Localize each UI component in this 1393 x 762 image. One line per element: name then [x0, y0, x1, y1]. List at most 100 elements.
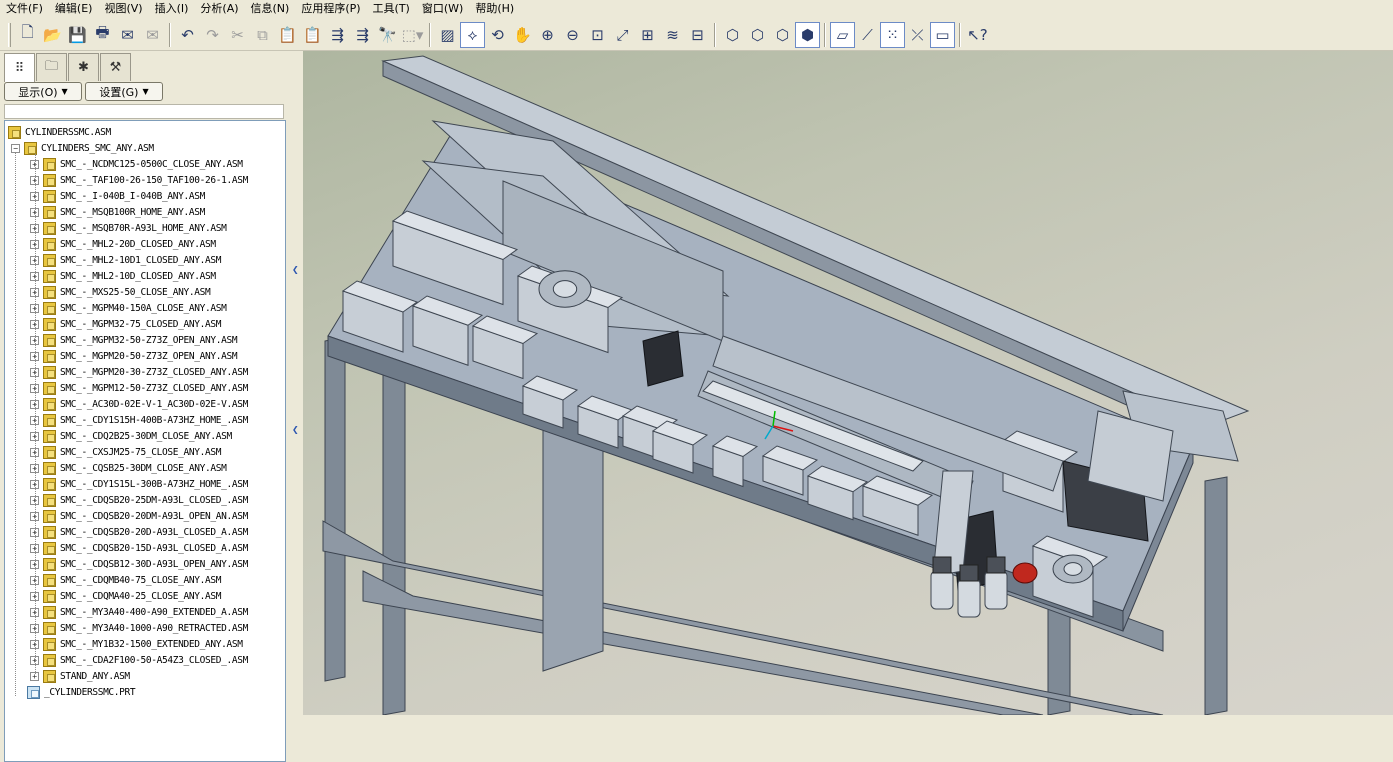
layers-icon[interactable]: ≋ [660, 22, 685, 48]
menu-info[interactable]: 信息(N) [245, 0, 296, 17]
save-icon[interactable]: 💾 [65, 22, 90, 48]
datum-axes-icon[interactable]: ⟋ [855, 22, 880, 48]
menu-edit[interactable]: 编辑(E) [49, 0, 99, 17]
redo-icon[interactable]: ↷ [200, 22, 225, 48]
select-box-icon[interactable]: ⬚▾ [400, 22, 425, 48]
tree-node[interactable]: + SMC_-_MY1B32-1500_EXTENDED_ANY.ASM [30, 636, 243, 652]
tree-node[interactable]: + SMC_-_MHL2-10D_CLOSED_ANY.ASM [30, 268, 216, 284]
open-icon[interactable]: 📂 [40, 22, 65, 48]
tree-node[interactable]: + SMC_-_MGPM20-30-Z73Z_CLOSED_ANY.ASM [30, 364, 248, 380]
menu-tools[interactable]: 工具(T) [367, 0, 416, 17]
menu-applications[interactable]: 应用程序(P) [295, 0, 366, 17]
tree-item-label: SMC_-_MY1B32-1500_EXTENDED_ANY.ASM [60, 638, 243, 650]
tree-column-header[interactable] [4, 104, 284, 119]
tree-node[interactable]: + SMC_-_MSQB70R-A93L_HOME_ANY.ASM [30, 220, 227, 236]
menu-view[interactable]: 视图(V) [98, 0, 148, 17]
print-icon[interactable]: 🖶 [90, 22, 115, 48]
tree-node[interactable]: + SMC_-_CDY1S15L-300B-A73HZ_HOME_.ASM [30, 476, 248, 492]
copy-icon[interactable]: ⧉ [250, 22, 275, 48]
graphics-window[interactable] [303, 51, 1393, 715]
orient-icon[interactable]: ⟲ [485, 22, 510, 48]
paste-icon[interactable]: 📋 [275, 22, 300, 48]
tree-node[interactable]: + SMC_-_CXSJM25-75_CLOSE_ANY.ASM [30, 444, 221, 460]
reorient-icon[interactable]: ⤢ [610, 22, 635, 48]
tree-node[interactable]: + SMC_-_CDQSB20-25DM-A93L_CLOSED_.ASM [30, 492, 248, 508]
tree-node[interactable]: + SMC_-_AC30D-02E-V-1_AC30D-02E-V.ASM [30, 396, 248, 412]
tree-node[interactable]: + STAND_ANY.ASM [30, 668, 130, 684]
tree-node[interactable]: + SMC_-_MHL2-20D_CLOSED_ANY.ASM [30, 236, 216, 252]
folder-browser-tab-icon[interactable]: 🗀 [36, 53, 67, 81]
tree-node[interactable]: + SMC_-_MGPM32-50-Z73Z_OPEN_ANY.ASM [30, 332, 238, 348]
whats-this-icon[interactable]: ↖? [965, 22, 990, 48]
saved-views-icon[interactable]: ⊞ [635, 22, 660, 48]
wireframe-icon[interactable]: ⬡ [720, 22, 745, 48]
undo-icon[interactable]: ↶ [175, 22, 200, 48]
tree-node[interactable]: − CYLINDERS_SMC_ANY.ASM [11, 140, 154, 156]
email-icon[interactable]: ✉ [115, 22, 140, 48]
connections-tab-icon[interactable]: ⚒ [100, 53, 131, 81]
model-tree-tab-icon[interactable]: ⠿ [4, 53, 35, 82]
favorites-tab-icon[interactable]: ✱ [68, 53, 99, 81]
menu-analysis[interactable]: 分析(A) [194, 0, 244, 17]
shading-icon[interactable]: ⬢ [795, 21, 820, 48]
find-icon[interactable]: 🔭 [375, 22, 400, 48]
regen-manager-icon[interactable]: ⇶ [350, 22, 375, 48]
tree-root-node[interactable]: CYLINDERSSMC.ASM [8, 124, 111, 140]
menu-insert[interactable]: 插入(I) [149, 0, 195, 17]
tree-node[interactable]: + SMC_-_MGPM40-150A_CLOSE_ANY.ASM [30, 300, 227, 316]
tree-part-node[interactable]: _CYLINDERSSMC.PRT [27, 684, 136, 700]
repaint-icon[interactable]: ▨ [435, 22, 460, 48]
tree-node[interactable]: + SMC_-_MY3A40-400-A90_EXTENDED_A.ASM [30, 604, 248, 620]
tree-node[interactable]: + SMC_-_CDQMA40-25_CLOSE_ANY.ASM [30, 588, 221, 604]
datum-points-icon[interactable]: ⁙ [880, 21, 905, 48]
tree-node[interactable]: + SMC_-_MHL2-10D1_CLOSED_ANY.ASM [30, 252, 221, 268]
tree-node[interactable]: + SMC_-_CDQSB20-15D-A93L_CLOSED_A.ASM [30, 540, 248, 556]
tree-node[interactable]: + SMC_-_CDQ2B25-30DM_CLOSE_ANY.ASM [30, 428, 232, 444]
refit-icon[interactable]: ⊡ [585, 22, 610, 48]
toolbar-grip[interactable] [8, 22, 11, 47]
tree-node[interactable]: + SMC_-_MGPM12-50-Z73Z_CLOSED_ANY.ASM [30, 380, 248, 396]
tree-node[interactable]: + SMC_-_CDY1S15H-400B-A73HZ_HOME_.ASM [30, 412, 248, 428]
menu-window[interactable]: 窗口(W) [416, 0, 469, 17]
tree-node[interactable]: + SMC_-_MGPM32-75_CLOSED_ANY.ASM [30, 316, 221, 332]
tree-node[interactable]: + SMC_-_MXS25-50_CLOSE_ANY.ASM [30, 284, 211, 300]
email-attach-icon[interactable]: ✉ [140, 22, 165, 48]
cut-icon[interactable]: ✂ [225, 22, 250, 48]
tree-node[interactable]: + SMC_-_CDQSB12-30D-A93L_OPEN_ANY.ASM [30, 556, 248, 572]
tree-node[interactable]: + SMC_-_CDA2F100-50-A54Z3_CLOSED_.ASM [30, 652, 248, 668]
menu-file[interactable]: 文件(F) [0, 0, 49, 17]
zoom-out-icon[interactable]: ⊖ [560, 22, 585, 48]
annotations-icon[interactable]: ▭ [930, 21, 955, 48]
tree-node[interactable]: + SMC_-_CDQSB20-20DM-A93L_OPEN_AN.ASM [30, 508, 248, 524]
tree-node[interactable]: + SMC_-_TAF100-26-150_TAF100-26-1.ASM [30, 172, 248, 188]
assembly-3d-model[interactable] [303, 51, 1393, 715]
tree-node[interactable]: + SMC_-_CDQMB40-75_CLOSE_ANY.ASM [30, 572, 221, 588]
show-dropdown-button[interactable]: 显示(O) ▼ [4, 82, 82, 101]
coord-sys-icon[interactable]: ⤫ [905, 22, 930, 48]
tree-node[interactable]: + SMC_-_CDQSB20-20D-A93L_CLOSED_A.ASM [30, 524, 248, 540]
datum-planes-icon[interactable]: ▱ [830, 21, 855, 48]
hidden-line-icon[interactable]: ⬡ [745, 22, 770, 48]
tree-node[interactable]: + SMC_-_MGPM20-50-Z73Z_OPEN_ANY.ASM [30, 348, 238, 364]
tree-item-label: SMC_-_CDA2F100-50-A54Z3_CLOSED_.ASM [60, 654, 248, 666]
tree-node[interactable]: + SMC_-_MY3A40-1000-A90_RETRACTED.ASM [30, 620, 248, 636]
no-hidden-icon[interactable]: ⬡ [770, 22, 795, 48]
view-manager-icon[interactable]: ⊟ [685, 22, 710, 48]
panel-splitter[interactable]: ❮ ❮ [290, 51, 303, 720]
spin-center-icon[interactable]: ⟡ [460, 21, 485, 48]
menu-help[interactable]: 帮助(H) [469, 0, 520, 17]
new-icon[interactable]: 🗋 [15, 22, 40, 48]
assembly-icon [43, 653, 56, 667]
pan-icon[interactable]: ✋ [510, 22, 535, 48]
tree-node[interactable]: + SMC_-_NCDMC125-0500C_CLOSE_ANY.ASM [30, 156, 243, 172]
paste-special-icon[interactable]: 📋 [300, 22, 325, 48]
collapse-left-icon[interactable]: ❮ [292, 265, 299, 274]
tree-node[interactable]: + SMC_-_MSQB100R_HOME_ANY.ASM [30, 204, 205, 220]
tree-node[interactable]: + SMC_-_I-040B_I-040B_ANY.ASM [30, 188, 205, 204]
regenerate-icon[interactable]: ⇶ [325, 22, 350, 48]
zoom-in-icon[interactable]: ⊕ [535, 22, 560, 48]
collapse-left-icon[interactable]: ❮ [292, 425, 299, 434]
tree-node[interactable]: + SMC_-_CQSB25-30DM_CLOSE_ANY.ASM [30, 460, 227, 476]
settings-dropdown-button[interactable]: 设置(G) ▼ [85, 82, 163, 101]
assembly-icon [24, 141, 37, 155]
